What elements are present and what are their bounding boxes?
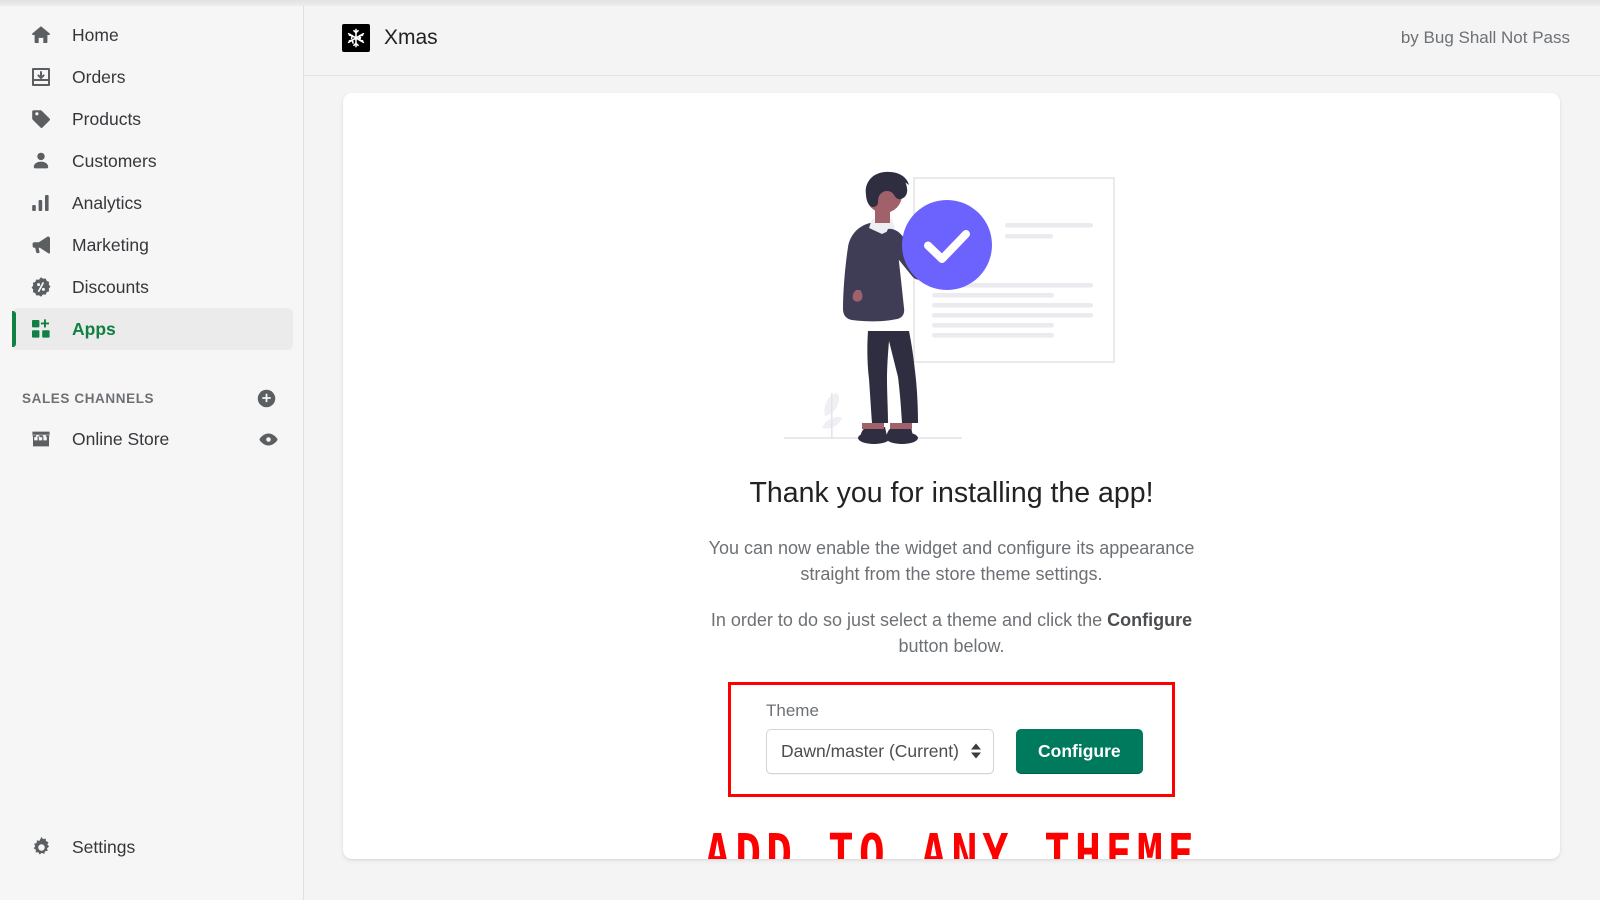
bar-chart-icon (28, 190, 54, 216)
home-icon (28, 22, 54, 48)
theme-select[interactable]: Dawn/master (Current) (766, 728, 994, 774)
plus-circle-icon[interactable] (256, 388, 277, 409)
megaphone-icon (28, 232, 54, 258)
person-icon (28, 148, 54, 174)
theme-field-label: Theme (766, 700, 819, 720)
welcome-card: Thank you for installing the app! You ca… (343, 93, 1560, 859)
annotation-banner: ADD TO ANY THEME (704, 822, 1199, 859)
app-header: Xmas by Bug Shall Not Pass (304, 0, 1600, 76)
sidebar-item-apps[interactable]: Apps (12, 308, 293, 350)
theme-field-row: Dawn/master (Current) Configure (766, 728, 1152, 774)
sidebar-item-customers[interactable]: Customers (12, 140, 293, 182)
sidebar-item-label: Online Store (72, 428, 170, 449)
sidebar-item-label: Analytics (72, 192, 143, 213)
sidebar-item-label: Apps (72, 318, 116, 339)
sidebar-item-home[interactable]: Home (12, 14, 293, 56)
sidebar-item-label: Settings (72, 836, 136, 857)
apps-grid-plus-icon (28, 316, 54, 342)
sidebar: Home Orders Products Customers Analytics… (0, 0, 304, 900)
page-title: Thank you for installing the app! (749, 477, 1154, 509)
sales-channels-label: SALES CHANNELS (22, 390, 155, 406)
sidebar-item-online-store[interactable]: Online Store (12, 418, 293, 460)
sidebar-item-discounts[interactable]: Discounts (12, 266, 293, 308)
eye-icon[interactable] (258, 429, 279, 450)
sidebar-item-label: Orders (72, 66, 126, 87)
app-root: Home Orders Products Customers Analytics… (0, 0, 1600, 900)
sales-channels-section-header: SALES CHANNELS (22, 384, 277, 412)
app-identity: Xmas (342, 23, 438, 52)
description-paragraph-1: You can now enable the widget and config… (708, 538, 1195, 584)
sidebar-item-label: Customers (72, 150, 157, 171)
sidebar-item-label: Marketing (72, 234, 149, 255)
percent-badge-icon (28, 274, 54, 300)
active-indicator-bar (12, 311, 16, 347)
sidebar-item-settings[interactable]: Settings (12, 826, 292, 868)
description-paragraph-2: In order to do so just select a theme an… (702, 608, 1202, 660)
sidebar-item-products[interactable]: Products (12, 98, 293, 140)
sidebar-item-label: Home (72, 24, 119, 45)
content-wrapper: Thank you for installing the app! You ca… (304, 76, 1600, 900)
app-author: by Bug Shall Not Pass (1400, 27, 1570, 47)
tag-icon (28, 106, 54, 132)
sidebar-item-marketing[interactable]: Marketing (12, 224, 293, 266)
sidebar-nav-list: Home Orders Products Customers Analytics… (0, 14, 303, 350)
main-area: Xmas by Bug Shall Not Pass Thank you for… (304, 0, 1600, 900)
chevron-up-down-icon (971, 743, 981, 759)
sidebar-item-analytics[interactable]: Analytics (12, 182, 293, 224)
paragraph2-after: button below. (898, 635, 1005, 656)
window-top-strip (0, 0, 1600, 6)
storefront-icon (28, 426, 54, 452)
gear-icon (28, 834, 54, 860)
sidebar-item-label: Discounts (72, 276, 149, 297)
orders-inbox-icon (28, 64, 54, 90)
paragraph2-before: In order to do so just select a theme an… (710, 609, 1108, 630)
snowflake-icon (342, 23, 370, 52)
theme-selector-highlight-box: Theme Dawn/master (Current) Configure (728, 681, 1175, 797)
sidebar-item-label: Products (72, 108, 142, 129)
app-title: Xmas (384, 25, 438, 49)
theme-select-value: Dawn/master (Current) (781, 740, 959, 761)
sidebar-item-orders[interactable]: Orders (12, 56, 293, 98)
paragraph2-bold: Configure (1107, 609, 1193, 630)
configure-button[interactable]: Configure (1016, 728, 1143, 774)
person-checklist-illustration (762, 155, 1142, 455)
